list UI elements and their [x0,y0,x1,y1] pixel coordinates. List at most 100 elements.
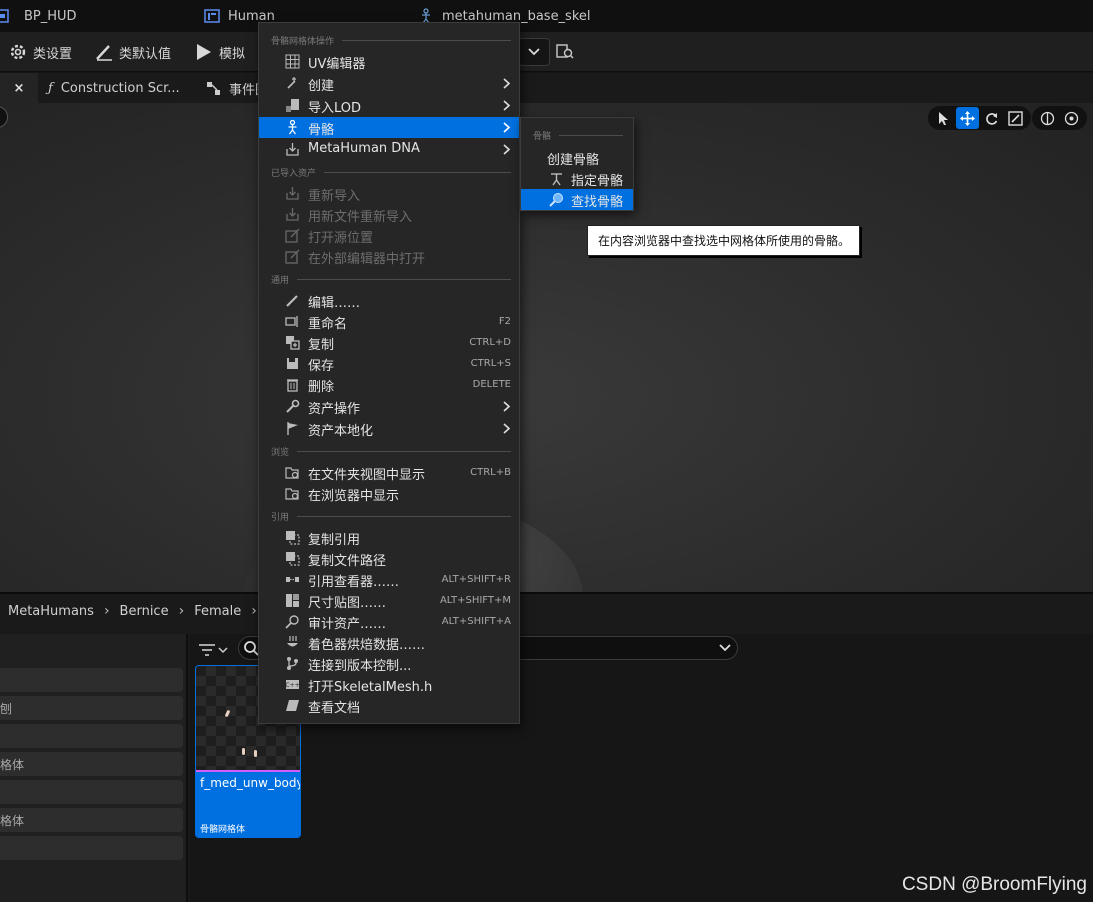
move-tool[interactable] [956,107,979,129]
menu-item-shortcut: CTRL+B [470,467,511,478]
menu-item-metahuman-dna[interactable]: MetaHuman DNA [259,139,519,160]
menu-item-reimport[interactable]: 重新导入 [259,183,519,204]
thumbnail-detail [224,709,231,718]
menu-item-open-source-location[interactable]: 打开源位置 [259,225,519,246]
menu-section-imported-asset: 已导入资产 [271,165,511,179]
import-icon [286,143,299,156]
breadcrumb-item[interactable]: MetaHumans [8,604,94,619]
menu-item-shortcut: ALT+SHIFT+A [441,616,511,627]
menu-item-reimport-new-file[interactable]: 用新文件重新导入 [259,204,519,225]
menu-item-label: 重命名 [308,317,348,332]
pencil-icon [286,295,298,307]
toolbar-dropdown[interactable] [518,38,550,66]
asset-tab-bp-hud[interactable]: BP_HUD [0,0,77,32]
menu-item-edit[interactable]: 编辑…… [259,290,519,311]
browse-to-asset-icon[interactable] [556,42,574,60]
save-icon [287,358,298,369]
menu-item-save[interactable]: 保存 CTRL+S [259,353,519,374]
reference-graph-icon [286,577,299,582]
filter-item[interactable] [0,724,183,748]
chevron-right-icon [503,122,511,133]
menu-item-label: 指定骨骼 [571,174,624,189]
section-label: 骨骼网格体操作 [271,36,335,47]
menu-item-copy-reference[interactable]: 复制引用 [259,527,519,548]
scale-tool[interactable] [1004,107,1027,129]
menu-item-duplicate[interactable]: 复制 CTRL+D [259,332,519,353]
assign-skeleton-icon [551,173,562,186]
menu-item-assign-skeleton[interactable]: 指定骨骼 [521,168,633,189]
toolbar: 类设置 类默认值 模拟 [0,32,1093,72]
menu-item-label: MetaHuman DNA [308,141,420,156]
filter-item[interactable] [0,668,183,692]
menu-item-label: 审计资产…… [308,617,387,632]
menu-item-shader-cook-data[interactable]: 着色器烘焙数据…… [259,632,519,653]
menu-item-find-skeleton[interactable]: 查找骨骼 [521,189,633,210]
uv-grid-icon [285,54,300,69]
menu-item-label: 保存 [308,359,335,374]
svg-text:C++: C++ [285,682,299,689]
menu-item-import-lod[interactable]: 导入LOD [259,95,519,116]
surface-snap-toggle[interactable] [1060,107,1083,129]
menu-item-view-documentation[interactable]: 查看文档 [259,695,519,716]
menu-item-rename[interactable]: 重命名 F2 [259,311,519,332]
menu-item-skeleton[interactable]: 骨骼 [259,117,519,138]
search-icon [244,641,259,656]
menu-item-reference-viewer[interactable]: 引用查看器…… ALT+SHIFT+R [259,569,519,590]
menu-item-size-map[interactable]: 尺寸贴图…… ALT+SHIFT+M [259,590,519,611]
filter-button[interactable] [198,640,232,660]
tab-construction-script[interactable]: ƒ Construction Scr... [48,73,180,103]
menu-item-asset-actions[interactable]: 资产操作 [259,396,519,417]
flag-icon [287,422,298,435]
asset-type-bar [196,770,300,772]
menu-item-open-header[interactable]: C++ 打开SkeletalMesh.h [259,674,519,695]
menu-item-delete[interactable]: 删除 DELETE [259,374,519,395]
filter-item[interactable]: 格体 [0,752,183,776]
chevron-right-icon[interactable]: › [104,603,110,619]
menu-item-label: 复制文件路径 [308,554,387,569]
breadcrumb-item[interactable]: Bernice [120,604,169,619]
chevron-right-icon [503,78,511,89]
divider [297,450,511,452]
move-icon [960,110,975,126]
transform-tools [928,106,1031,130]
menu-item-connect-source-control[interactable]: 连接到版本控制... [259,653,519,674]
menu-section-skeleton: 骨骼 [533,128,623,142]
menu-item-audit-assets[interactable]: 审计资产…… ALT+SHIFT+A [259,611,519,632]
class-defaults-button[interactable]: 类默认值 [94,40,171,64]
rotate-tool[interactable] [980,107,1003,129]
filter-item[interactable] [0,780,183,804]
class-defaults-label: 类默认值 [119,46,172,62]
menu-item-uv-editor[interactable]: UV编辑器 [259,51,519,72]
chevron-right-icon[interactable]: › [251,603,257,619]
chevron-down-icon[interactable] [719,641,731,655]
chevron-right-icon[interactable]: › [179,603,185,619]
reimport-icon [286,208,299,221]
blueprint-icon [0,9,9,23]
filter-item[interactable]: 刨 [0,696,183,720]
documentation-icon [286,700,299,711]
viewport-options-button[interactable] [0,106,8,128]
menu-item-create-skeleton[interactable]: 创建骨骼 [521,147,633,168]
menu-item-label: 骨骼 [308,123,335,138]
filter-item[interactable]: 格体 [0,808,183,832]
world-local-toggle[interactable] [1036,107,1059,129]
simulate-button[interactable]: 模拟 [194,40,245,64]
menu-item-create[interactable]: 创建 [259,73,519,94]
edit-defaults-icon [96,45,112,61]
filter-item[interactable] [0,836,183,860]
menu-item-asset-localization[interactable]: 资产本地化 [259,418,519,439]
menu-item-show-in-explorer[interactable]: 在浏览器中显示 [259,483,519,504]
play-icon [197,44,211,60]
select-tool[interactable] [932,107,955,129]
breadcrumb-item[interactable]: Female [194,604,241,619]
menu-item-open-in-external-editor[interactable]: 在外部编辑器中打开 [259,246,519,267]
close-tab-button[interactable]: × [0,73,38,103]
lod-icon [286,99,299,112]
menu-item-copy-file-path[interactable]: 复制文件路径 [259,548,519,569]
menu-item-label: 删除 [308,380,335,395]
class-settings-button[interactable]: 类设置 [8,40,72,64]
rotate-icon [986,112,998,125]
menu-item-show-in-folder[interactable]: 在文件夹视图中显示 CTRL+B [259,462,519,483]
scale-icon [1008,110,1023,126]
asset-type: 骨骼网格体 [200,825,246,835]
